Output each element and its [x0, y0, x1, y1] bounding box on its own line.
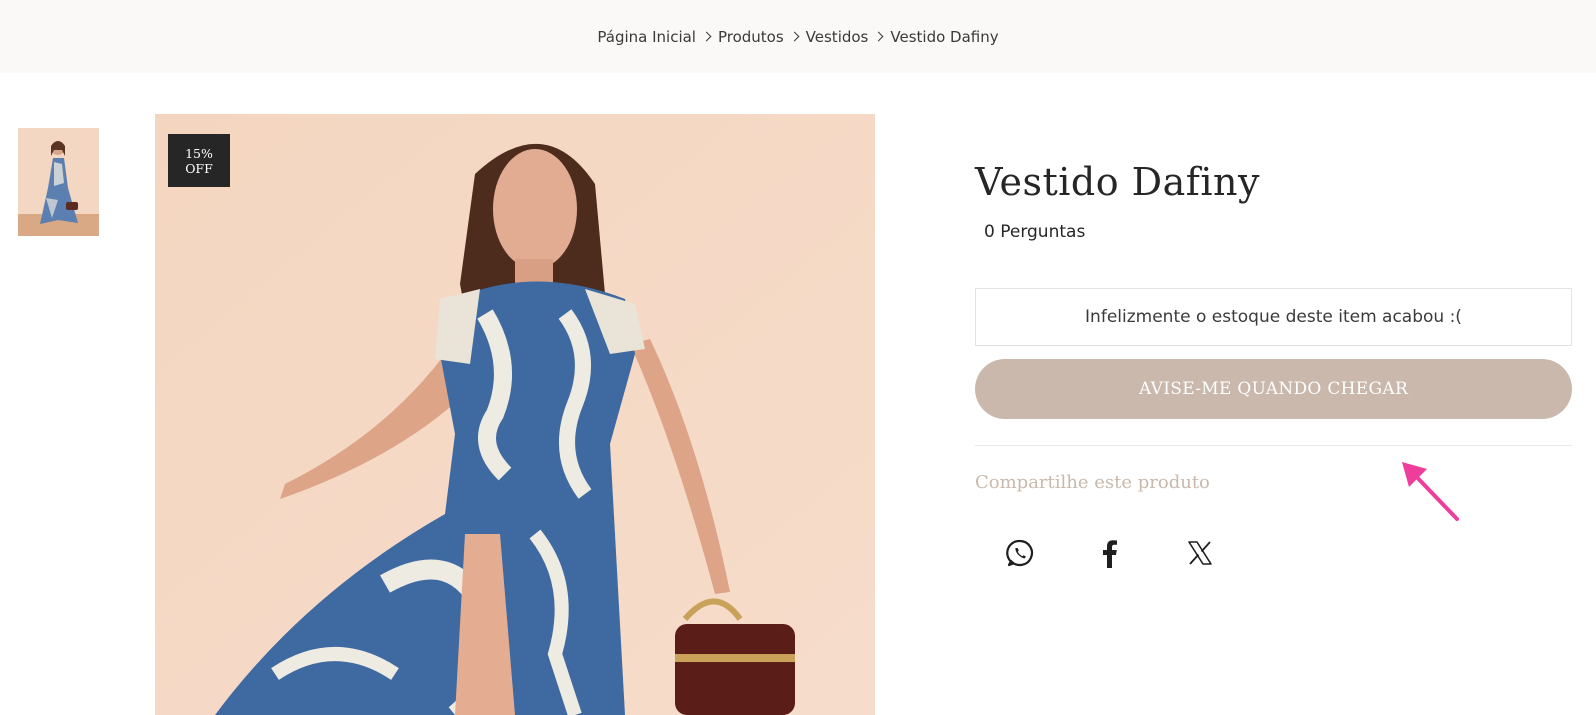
- share-facebook-button[interactable]: [1065, 530, 1155, 576]
- share-title: Compartilhe este produto: [975, 472, 1210, 493]
- product-thumbnail[interactable]: [18, 128, 99, 236]
- share-x-button[interactable]: [1155, 530, 1245, 576]
- discount-percent: 15%: [185, 145, 213, 161]
- whatsapp-icon: [1006, 539, 1034, 567]
- facebook-icon: [1103, 540, 1117, 568]
- chevron-right-icon: [696, 30, 718, 44]
- chevron-right-icon: [868, 30, 890, 44]
- notify-me-label: AVISE-ME QUANDO CHEGAR: [1138, 379, 1409, 399]
- annotation-arrow-icon: [1402, 462, 1459, 521]
- chevron-right-icon: [784, 30, 806, 44]
- discount-off-label: OFF: [185, 160, 213, 176]
- breadcrumb: Página Inicial Produtos Vestidos Vestido…: [0, 0, 1596, 73]
- product-title: Vestido Dafiny: [975, 160, 1260, 204]
- breadcrumb-home[interactable]: Página Inicial: [597, 28, 696, 46]
- questions-link[interactable]: 0 Perguntas: [984, 222, 1085, 242]
- notify-me-button[interactable]: AVISE-ME QUANDO CHEGAR: [975, 359, 1572, 419]
- breadcrumb-current: Vestido Dafiny: [890, 27, 999, 46]
- breadcrumb-dresses[interactable]: Vestidos: [806, 28, 869, 46]
- breadcrumb-products[interactable]: Produtos: [718, 28, 784, 46]
- share-icons: [975, 530, 1245, 576]
- out-of-stock-notice: Infelizmente o estoque deste item acabou…: [975, 288, 1572, 346]
- discount-badge: 15% OFF: [168, 134, 230, 187]
- x-icon: [1188, 541, 1212, 565]
- share-whatsapp-button[interactable]: [975, 530, 1065, 576]
- out-of-stock-message: Infelizmente o estoque deste item acabou…: [1085, 307, 1462, 327]
- product-main-image[interactable]: [155, 114, 875, 715]
- divider: [975, 445, 1572, 446]
